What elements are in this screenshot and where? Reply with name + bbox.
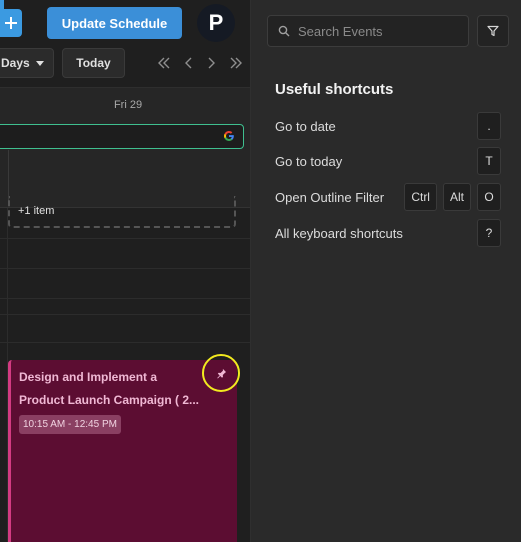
event-title-line-1: Design and Implement a [19, 370, 158, 384]
chevron-right-icon[interactable] [201, 52, 221, 74]
double-chevron-right-icon[interactable] [226, 52, 246, 74]
event-title: Design and Implement a Product Launch Ca… [19, 366, 203, 412]
hour-line [0, 342, 250, 343]
filter-button[interactable] [477, 15, 509, 47]
hour-line [0, 314, 250, 315]
shortcut-label[interactable]: All keyboard shortcuts [275, 226, 403, 241]
event-time-badge: 10:15 AM - 12:45 PM [19, 415, 121, 434]
view-select[interactable]: Days [0, 48, 54, 78]
hour-line [0, 298, 250, 299]
shortcut-key: Alt [442, 183, 471, 211]
shortcut-key: Ctrl [404, 183, 437, 211]
search-icon [278, 25, 290, 37]
shortcut-key: ? [477, 219, 501, 247]
filter-icon [487, 25, 499, 37]
shortcut-label: Go to date [275, 119, 336, 134]
plus-icon [5, 17, 17, 29]
double-chevron-left-icon[interactable] [154, 52, 174, 74]
view-select-value: Days [1, 56, 30, 70]
shortcut-row-go-to-today: Go to today T [275, 147, 501, 175]
more-items-label[interactable]: +1 item [18, 205, 54, 217]
google-icon [223, 130, 235, 145]
shortcut-key: T [477, 147, 501, 175]
hour-line [0, 238, 250, 239]
event-title-line-2: Product Launch Campaign ( 2... [19, 393, 200, 407]
search-box[interactable] [267, 15, 469, 47]
search-input[interactable] [298, 23, 458, 39]
hour-line [0, 268, 250, 269]
day-label: Fri 29 [113, 99, 143, 111]
shortcuts-title: Useful shortcuts [275, 81, 394, 98]
calendar-pane: Update Schedule P Days Today Fri 29 +1 i… [0, 0, 250, 542]
today-button[interactable]: Today [62, 48, 125, 78]
pin-button[interactable] [202, 354, 240, 392]
update-schedule-button[interactable]: Update Schedule [47, 7, 182, 39]
chevron-down-icon [35, 60, 44, 66]
pin-icon [216, 368, 226, 378]
calendar-event[interactable]: Design and Implement a Product Launch Ca… [8, 360, 237, 542]
shortcut-label: Open Outline Filter [275, 190, 385, 205]
shortcut-key: . [477, 112, 501, 140]
shortcut-row-all-keyboard-shortcuts[interactable]: All keyboard shortcuts ? [275, 219, 501, 247]
shortcut-row-open-outline-filter: Open Outline Filter Ctrl Alt O [275, 183, 501, 211]
shortcuts-panel: Useful shortcuts Go to date . Go to toda… [251, 0, 521, 542]
add-event-button[interactable] [0, 0, 22, 37]
shortcut-label: Go to today [275, 154, 343, 169]
avatar[interactable]: P [197, 4, 235, 42]
shortcut-row-go-to-date: Go to date . [275, 112, 501, 140]
chevron-left-icon[interactable] [179, 52, 199, 74]
google-event[interactable] [0, 124, 244, 149]
shortcut-key: O [477, 183, 501, 211]
